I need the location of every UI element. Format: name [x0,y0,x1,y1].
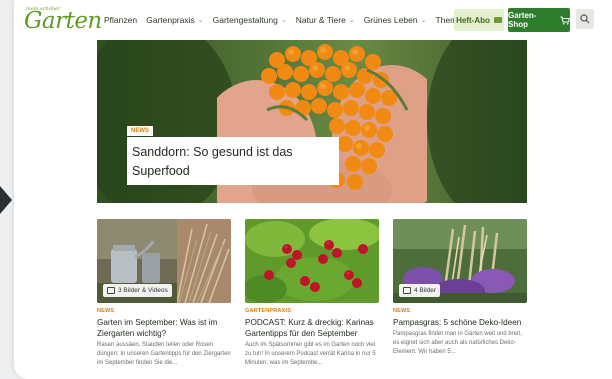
media-count-label: 4 Bilder [414,287,437,294]
heft-abo-button[interactable]: Heft-Abo [454,9,504,31]
article-title[interactable]: Pampasgras: 5 schöne Deko-Ideen [393,317,527,328]
article-excerpt: Pampasgras findet man in Gärten weit und… [393,331,522,355]
nav-item-label: Grünes Leben [363,15,418,25]
hero-title-box[interactable]: Sanddorn: So gesund ist das Superfood [127,137,339,185]
article-image-cherries[interactable] [245,219,379,303]
nav-item-label: Pflanzen [104,15,138,25]
main-nav: Pflanzen Gartenpraxis ⌄ Gartengestaltung… [104,0,476,40]
article-title[interactable]: PODCAST: Kurz & dreckig: Karinas Gartent… [245,317,379,339]
article-category: NEWS [393,308,411,314]
gallery-icon [107,287,115,294]
carousel-prev-arrow[interactable] [0,186,12,214]
hero-background-foliage [427,40,527,203]
article-image-garden-watering-can[interactable]: 3 Bilder & Videos [97,219,231,303]
article-excerpt: Rasen aussäen, Stauden teilen oder Rosen… [97,342,231,366]
browser-page: mein schöner Garten Pflanzen Gartenpraxi… [14,0,612,379]
cherry-tree-photo [245,219,379,303]
article-card[interactable]: 4 Bilder NEWS Pampasgras: 5 schöne Deko-… [393,219,527,357]
chevron-down-icon: ⌄ [280,17,287,24]
hero-title: Sanddorn: So gesund ist das Superfood [132,145,293,178]
article-category: GARTENPRAXIS [245,308,292,314]
article-image-pampas-grass[interactable]: 4 Bilder [393,219,527,303]
nav-item-label: Natur & Tiere [295,15,346,25]
nav-item-natur-tiere[interactable]: Natur & Tiere ⌄ [296,15,355,25]
article-card[interactable]: 3 Bilder & Videos NEWS Garten im Septemb… [97,219,231,368]
nav-item-label: Gartengestaltung [212,15,278,25]
logo-wordmark: Garten [24,8,102,34]
article-category: NEWS [97,308,115,314]
site-header: mein schöner Garten Pflanzen Gartenpraxi… [14,0,612,40]
chevron-down-icon: ⌄ [420,17,427,24]
media-count-badge: 3 Bilder & Videos [103,284,172,297]
hero-teaser[interactable]: NEWS Sanddorn: So gesund ist das Superfo… [97,40,527,203]
nav-item-gruenes-leben[interactable]: Grünes Leben ⌄ [364,15,427,25]
media-count-badge: 4 Bilder [399,284,441,297]
search-button[interactable] [576,9,594,29]
nav-item-label: Gartenpraxis [146,15,195,25]
media-count-label: 3 Bilder & Videos [118,287,168,294]
heft-abo-label: Heft-Abo [456,15,490,25]
magazine-icon [493,17,502,23]
cart-icon [560,16,570,25]
chevron-down-icon: ⌄ [197,17,204,24]
site-logo[interactable]: mein schöner Garten [22,4,102,34]
nav-item-gartengestaltung[interactable]: Gartengestaltung ⌄ [213,15,287,25]
garten-shop-label: Garten-Shop [508,11,537,29]
garten-shop-button[interactable]: Garten-Shop [508,8,570,32]
search-icon [580,14,590,24]
gallery-icon [403,287,411,294]
article-card[interactable]: GARTENPRAXIS PODCAST: Kurz & dreckig: Ka… [245,219,379,368]
article-title[interactable]: Garten im September: Was ist im Ziergart… [97,317,231,339]
article-excerpt: Auch im Spätsommer gibt es im Garten noc… [245,342,376,366]
hero-category-tag: NEWS [127,126,153,136]
nav-item-gartenpraxis[interactable]: Gartenpraxis ⌄ [146,15,204,25]
nav-item-pflanzen[interactable]: Pflanzen [104,15,137,25]
chevron-down-icon: ⌄ [348,17,355,24]
